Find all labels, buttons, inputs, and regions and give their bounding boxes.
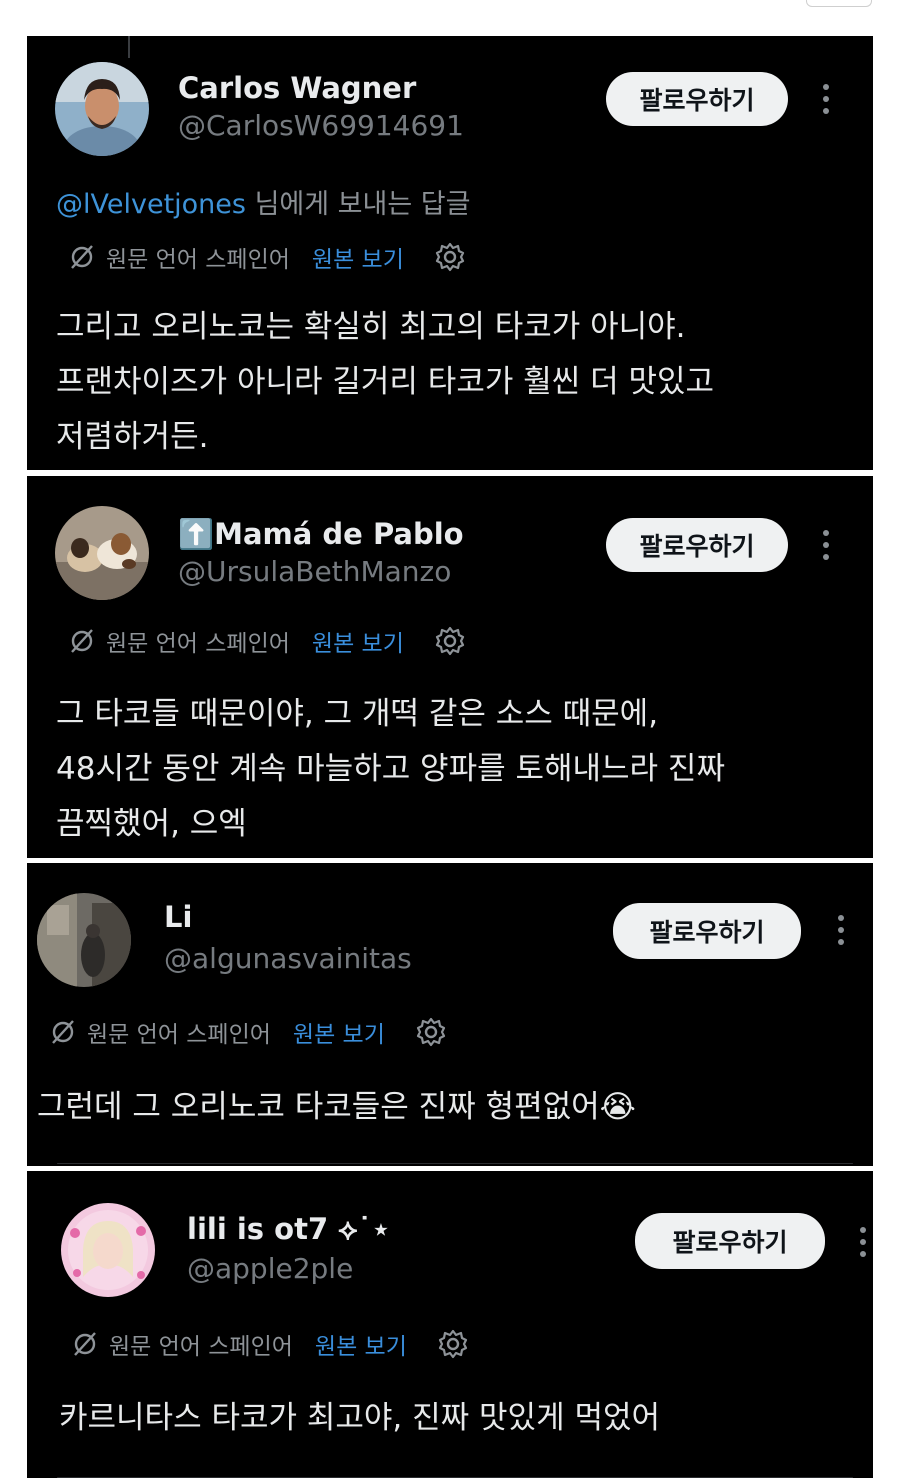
top-dots: ˙ ˙	[596, 0, 615, 8]
reply-to-line: @lVelvetjones 님에게 보내는 답글	[56, 182, 470, 221]
translation-bar: 원문 언어 스페인어 원본 보기	[68, 240, 466, 274]
reply-mention-link[interactable]: @lVelvetjones	[56, 189, 246, 220]
more-options-icon[interactable]	[837, 915, 845, 949]
show-original-link[interactable]: 원본 보기	[315, 1327, 407, 1361]
more-options-icon[interactable]	[859, 1227, 867, 1261]
translate-off-icon	[71, 245, 93, 269]
follow-button[interactable]: 팔로우하기	[606, 518, 788, 572]
avatar[interactable]	[55, 506, 149, 600]
tweet-text: 카르니타스 타코가 최고야, 진짜 맛있게 먹었어	[59, 1400, 661, 1436]
translated-from-label: 원문 언어 스페인어	[106, 247, 290, 273]
follow-button[interactable]: 팔로우하기	[613, 903, 801, 959]
tweet-text: 그리고 오리노코는 확실히 최고의 타코가 아니야. 프랜차이즈가 아니라 길거…	[56, 309, 715, 455]
tweet-card[interactable]: ⬆️Mamá de Pablo @UrsulaBethManzo 팔로우하기 원…	[27, 476, 873, 858]
card-bottom-border	[57, 1163, 853, 1164]
tweet-card[interactable]: Li @algunasvainitas 팔로우하기 원문 언어 스페인어 원본 …	[27, 863, 873, 1166]
display-name[interactable]: Li	[164, 903, 192, 932]
translated-from-label: 원문 언어 스페인어	[87, 1022, 271, 1048]
translate-off-icon	[74, 1332, 96, 1356]
user-handle[interactable]: @apple2ple	[187, 1255, 353, 1283]
translation-bar: 원문 언어 스페인어 원본 보기	[68, 624, 466, 658]
display-name[interactable]: ⬆️Mamá de Pablo	[178, 520, 464, 549]
tweet-card[interactable]: lili is ot7 ⟡˙⋆ @apple2ple 팔로우하기 원문 언어 스…	[27, 1171, 873, 1478]
user-handle[interactable]: @algunasvainitas	[164, 945, 412, 973]
gear-icon[interactable]	[434, 625, 466, 657]
translation-bar: 원문 언어 스페인어 원본 보기	[71, 1327, 469, 1361]
translate-off-icon	[71, 629, 93, 653]
avatar[interactable]	[61, 1203, 155, 1297]
show-original-link[interactable]: 원본 보기	[312, 624, 404, 658]
gear-icon[interactable]	[434, 241, 466, 273]
follow-button[interactable]: 팔로우하기	[606, 72, 788, 126]
translated-from-label: 원문 언어 스페인어	[106, 631, 290, 657]
user-handle[interactable]: @UrsulaBethManzo	[178, 558, 451, 586]
user-handle[interactable]: @CarlosW69914691	[178, 112, 464, 140]
show-original-link[interactable]: 원본 보기	[293, 1015, 385, 1049]
display-name[interactable]: Carlos Wagner	[178, 74, 416, 103]
thread-line	[128, 36, 130, 58]
top-strip: ˙ ˙	[0, 0, 900, 36]
reply-to-label: 님에게 보내는 답글	[245, 189, 471, 220]
translation-bar: 원문 언어 스페인어 원본 보기	[49, 1015, 447, 1049]
gear-icon[interactable]	[437, 1328, 469, 1360]
translated-from-label: 원문 언어 스페인어	[109, 1334, 293, 1360]
more-options-icon[interactable]	[822, 84, 830, 118]
show-original-link[interactable]: 원본 보기	[312, 240, 404, 274]
translate-off-icon	[52, 1020, 74, 1044]
top-button-edge[interactable]	[806, 0, 872, 7]
more-options-icon[interactable]	[822, 530, 830, 564]
display-name[interactable]: lili is ot7 ⟡˙⋆	[187, 1215, 390, 1244]
follow-button[interactable]: 팔로우하기	[635, 1213, 825, 1269]
tweet-text: 그런데 그 오리노코 타코들은 진짜 형편없어😭	[37, 1089, 636, 1125]
gear-icon[interactable]	[415, 1016, 447, 1048]
avatar[interactable]	[55, 62, 149, 156]
tweet-text: 그 타코들 때문이야, 그 개떡 같은 소스 때문에, 48시간 동안 계속 마…	[56, 696, 725, 842]
tweet-card[interactable]: Carlos Wagner @CarlosW69914691 팔로우하기 @lV…	[27, 36, 873, 470]
avatar[interactable]	[37, 893, 131, 987]
